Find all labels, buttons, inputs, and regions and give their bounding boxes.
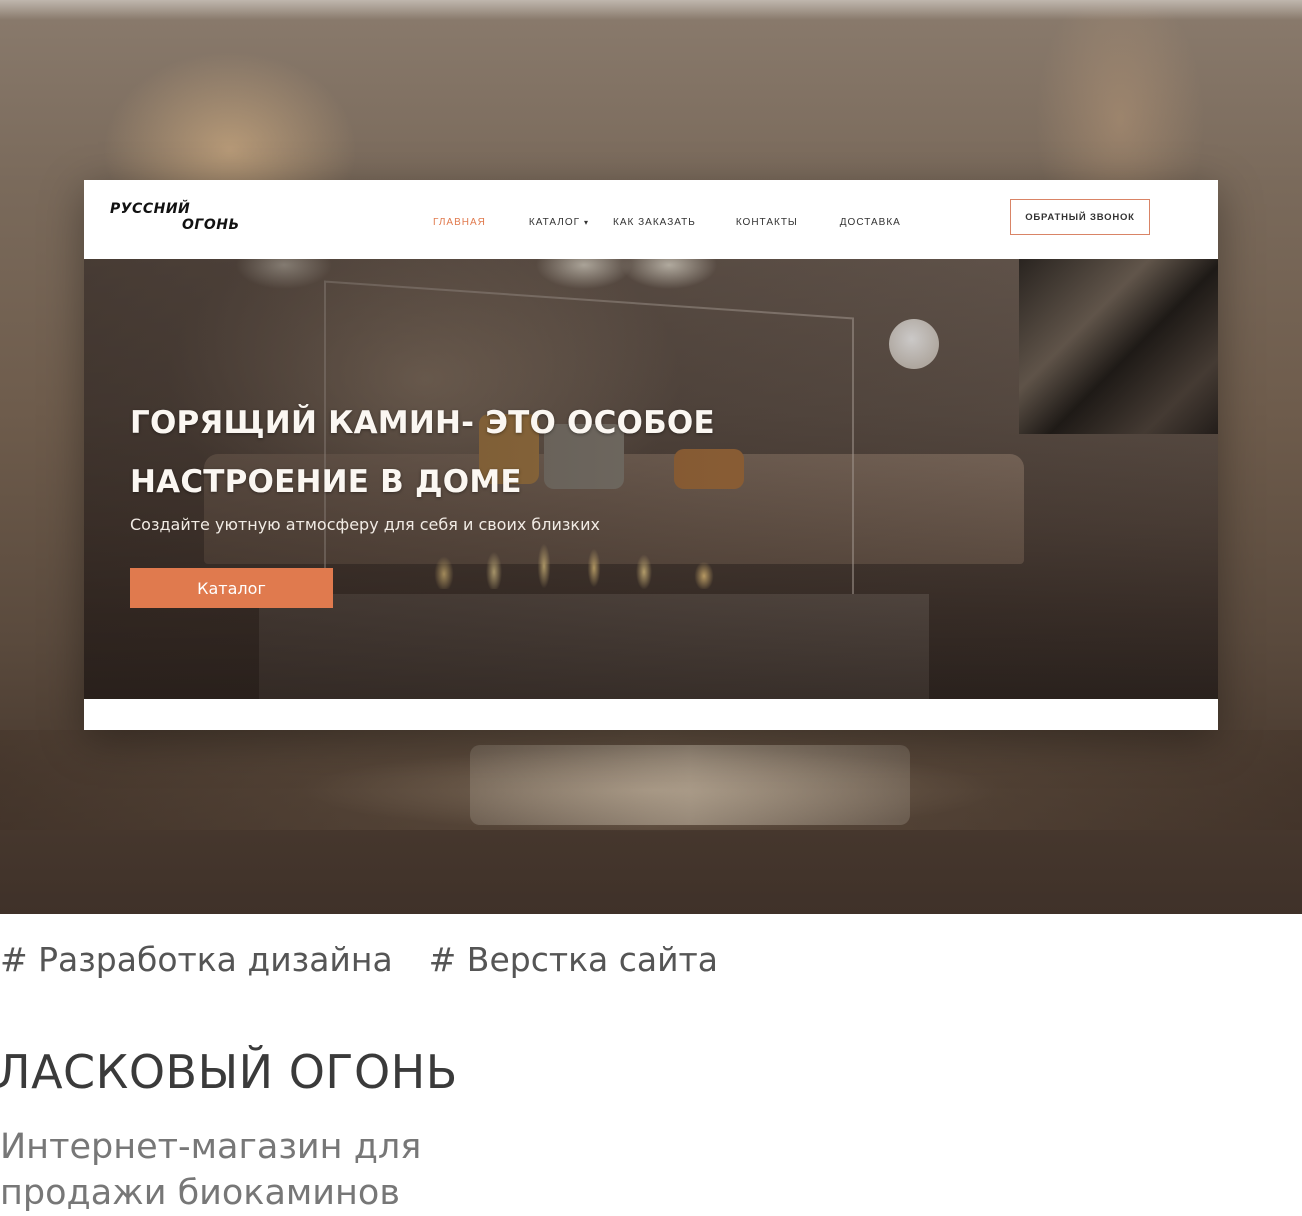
hero-banner: ГОРЯЩИЙ КАМИН- ЭТО ОСОБОЕ НАСТРОЕНИЕ В Д… — [84, 259, 1218, 699]
nav-item-catalog[interactable]: КАТАЛОГ ▾ — [529, 217, 589, 228]
main-nav: ГЛАВНАЯ КАТАЛОГ ▾ КАК ЗАКАЗАТЬ КОНТАКТЫ Д… — [433, 215, 901, 229]
project-description: Интернет-магазин для продажи биокаминов — [0, 1124, 470, 1216]
hero-title-line-1: ГОРЯЩИЙ КАМИН- ЭТО ОСОБОЕ — [130, 405, 715, 441]
catalog-button[interactable]: Каталог — [130, 568, 333, 608]
logo-line-1: РУССНИЙ — [110, 201, 191, 217]
nav-item-how-to-order[interactable]: КАК ЗАКАЗАТЬ — [613, 217, 696, 228]
nav-item-catalog-label: КАТАЛОГ — [528, 216, 581, 228]
nav-item-home[interactable]: ГЛАВНАЯ — [433, 217, 486, 228]
hero-title: ГОРЯЩИЙ КАМИН- ЭТО ОСОБОЕ НАСТРОЕНИЕ В Д… — [130, 394, 730, 512]
project-tags: # Разработка дизайна # Верстка сайта — [0, 940, 754, 979]
callback-button[interactable]: ОБРАТНЫЙ ЗВОНОК — [1010, 199, 1150, 235]
site-preview: РУССНИЙ ОГОНЬ ГЛАВНАЯ КАТАЛОГ ▾ КАК ЗАКАЗ… — [84, 180, 1218, 730]
nav-item-contacts[interactable]: КОНТАКТЫ — [736, 217, 798, 228]
tag-design: # Разработка дизайна — [0, 940, 393, 979]
nav-item-delivery[interactable]: ДОСТАВКА — [840, 217, 901, 228]
tag-layout: # Верстка сайта — [428, 940, 718, 979]
background-flames-glow — [470, 745, 910, 825]
project-description-line-2: продажи биокаминов — [0, 1173, 400, 1213]
hero-subtitle: Создайте уютную атмосферу для себя и сво… — [130, 515, 600, 534]
project-title: ЛАСКОВЫЙ ОГОНЬ — [0, 1045, 458, 1099]
background-top-band — [0, 0, 1302, 20]
chevron-down-icon: ▾ — [584, 217, 590, 227]
hero-title-line-2: НАСТРОЕНИЕ В ДОМЕ — [130, 464, 522, 500]
logo[interactable]: РУССНИЙ ОГОНЬ — [110, 201, 250, 237]
logo-line-2: ОГОНЬ — [182, 217, 240, 233]
project-description-line-1: Интернет-магазин для — [0, 1127, 422, 1167]
site-header: РУССНИЙ ОГОНЬ ГЛАВНАЯ КАТАЛОГ ▾ КАК ЗАКАЗ… — [84, 180, 1218, 259]
